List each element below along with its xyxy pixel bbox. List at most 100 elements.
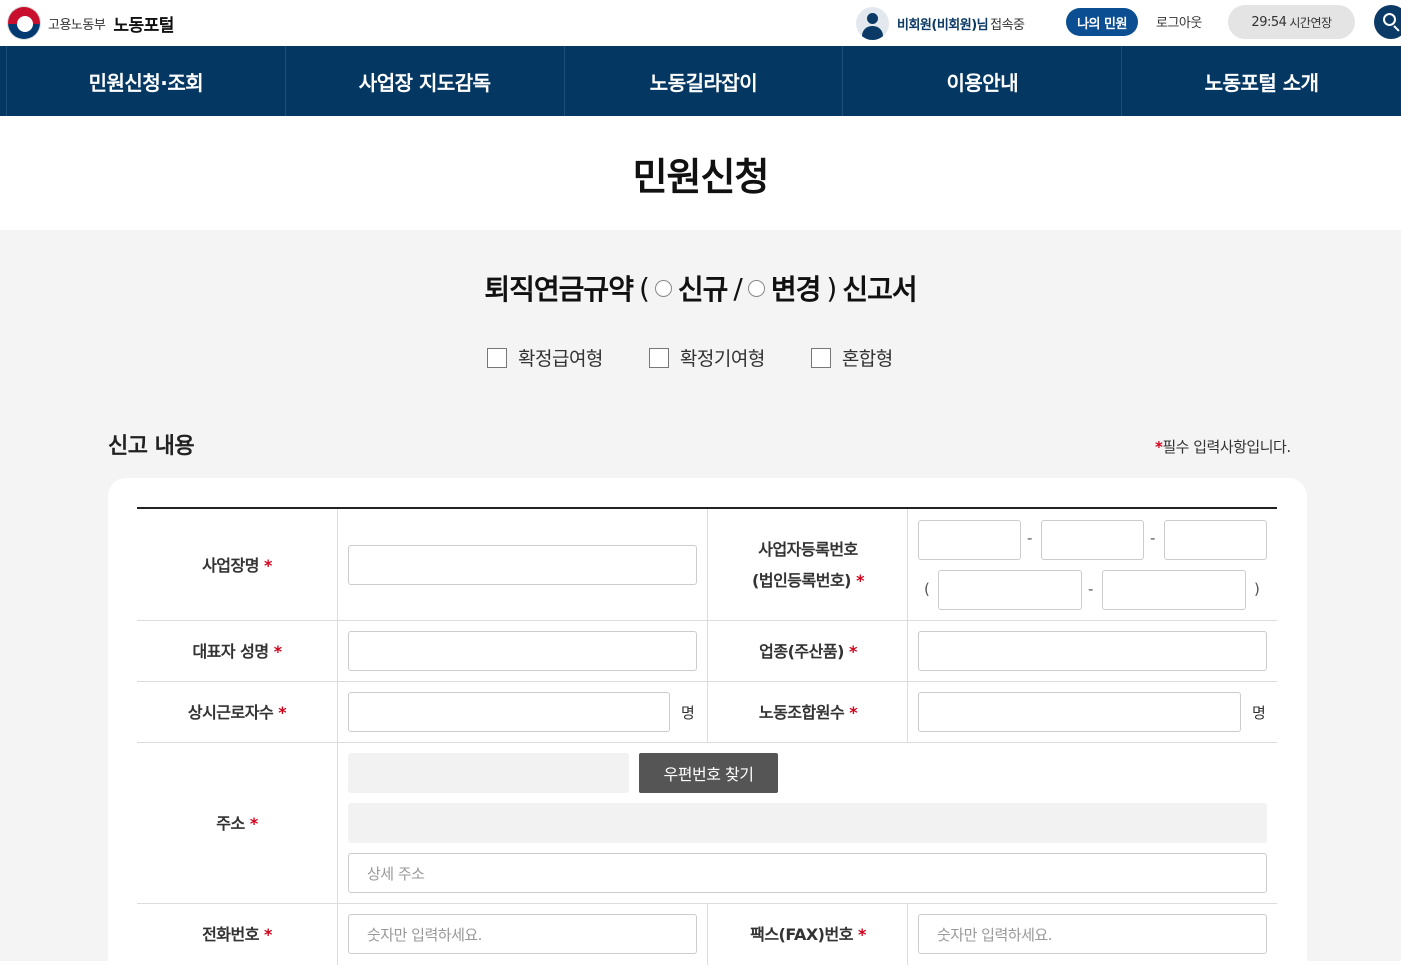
label-business-name: 사업장명 bbox=[202, 555, 259, 575]
required-star: * bbox=[249, 814, 258, 833]
ministry-name: 고용노동부 bbox=[48, 17, 106, 33]
field-label: 주소 * bbox=[137, 743, 337, 904]
union-members-input[interactable] bbox=[918, 692, 1241, 732]
type-option-label: 혼합형 bbox=[841, 348, 893, 370]
dash-separator: - bbox=[1027, 529, 1033, 547]
industry-input[interactable] bbox=[918, 631, 1267, 671]
required-star: * bbox=[848, 642, 857, 661]
portal-name: 노동포털 bbox=[113, 15, 174, 36]
field-label: 상시근로자수 * bbox=[137, 682, 337, 743]
unit-label: 명 bbox=[1252, 704, 1266, 722]
biz-reg-no-3-input[interactable] bbox=[1164, 520, 1267, 560]
my-complaints-button[interactable]: 나의 민원 bbox=[1066, 8, 1138, 36]
label-corp-reg-no: (법인등록번호) bbox=[752, 571, 851, 590]
checkbox-db[interactable] bbox=[487, 347, 507, 368]
required-star: * bbox=[278, 703, 287, 722]
avatar-icon bbox=[856, 6, 889, 40]
radio-change[interactable] bbox=[747, 279, 765, 297]
form-title-paren-open: ( bbox=[638, 271, 650, 305]
form-row: 사업장명 * 사업자등록번호 (법인등록번호) * - - ( - ) bbox=[137, 509, 1277, 621]
form-title: 퇴직연금규약 ( 신규 / 변경 ) 신고서 bbox=[0, 268, 1401, 308]
session-timer: 29:54 bbox=[1251, 14, 1287, 30]
logout-link[interactable]: 로그아웃 bbox=[1156, 12, 1202, 31]
type-option-label: 확정기여형 bbox=[679, 348, 765, 370]
field-label: 전화번호 * bbox=[137, 904, 337, 965]
form-title-paren-close: ) bbox=[826, 271, 837, 305]
top-bar: 고용노동부 노동포털 비회원(비회원)님 접속중 나의 민원 로그아웃 29:5… bbox=[0, 0, 1401, 46]
user-status: 접속중 bbox=[990, 17, 1025, 33]
required-star: * bbox=[264, 925, 272, 944]
section-title: 신고 내용 bbox=[108, 434, 195, 459]
form-row: 주소 * 우편번호 찾기 상세 주소 bbox=[137, 743, 1277, 904]
zipcode-search-button[interactable]: 우편번호 찾기 bbox=[639, 753, 778, 793]
field-label: 사업장명 * bbox=[137, 509, 337, 621]
field-label: 대표자 성명 * bbox=[137, 621, 337, 682]
field-label: 사업자등록번호 (법인등록번호) * bbox=[708, 509, 908, 621]
session-extend-label: 시간연장 bbox=[1289, 15, 1332, 30]
form-title-suffix: 신고서 bbox=[842, 273, 917, 306]
workers-input[interactable] bbox=[348, 692, 670, 732]
radio-change-label: 변경 bbox=[770, 273, 822, 306]
field-label: 팩스(FAX)번호 * bbox=[708, 904, 908, 965]
user-name: 비회원(비회원)님 bbox=[897, 17, 989, 33]
nav-item-inspection[interactable]: 사업장 지도감독 bbox=[286, 46, 565, 116]
type-option-hybrid[interactable]: 혼합형 bbox=[810, 344, 893, 371]
zipcode-input[interactable] bbox=[348, 753, 629, 793]
required-star: * bbox=[264, 555, 272, 575]
label-union-members: 노동조합원수 bbox=[758, 703, 845, 722]
biz-reg-no-2-input[interactable] bbox=[1041, 520, 1144, 560]
label-industry: 업종(주산품) bbox=[759, 642, 844, 661]
checkbox-hybrid[interactable] bbox=[810, 347, 831, 368]
paren-close: ) bbox=[1254, 580, 1260, 598]
address-input[interactable] bbox=[348, 803, 1267, 843]
label-workers: 상시근로자수 bbox=[187, 703, 274, 722]
search-button[interactable] bbox=[1374, 5, 1401, 39]
label-fax: 팩스(FAX)번호 bbox=[750, 925, 853, 944]
nav-item-usage[interactable]: 이용안내 bbox=[843, 46, 1123, 116]
address-detail-input[interactable]: 상세 주소 bbox=[348, 853, 1267, 893]
required-star: * bbox=[273, 642, 282, 661]
phone-input[interactable]: 숫자만 입력하세요. bbox=[348, 914, 697, 954]
pension-type-options: 확정급여형 확정기여형 혼합형 bbox=[487, 344, 939, 371]
site-logo[interactable]: 고용노동부 노동포털 bbox=[7, 6, 174, 40]
label-biz-reg-no: 사업자등록번호 bbox=[758, 540, 858, 559]
checkbox-dc[interactable] bbox=[648, 347, 669, 368]
type-option-db[interactable]: 확정급여형 bbox=[487, 344, 603, 371]
representative-input[interactable] bbox=[348, 631, 697, 671]
corp-reg-no-2-input[interactable] bbox=[1102, 570, 1246, 610]
label-address: 주소 bbox=[216, 814, 245, 833]
corp-reg-no-1-input[interactable] bbox=[938, 570, 1082, 610]
form-row: 상시근로자수 * 명 노동조합원수 * 명 bbox=[137, 682, 1277, 743]
form-row: 대표자 성명 * 업종(주산품) * bbox=[137, 621, 1277, 682]
unit-label: 명 bbox=[681, 704, 695, 722]
required-star: * bbox=[856, 571, 864, 590]
form-row: 전화번호 * 숫자만 입력하세요. 팩스(FAX)번호 * 숫자만 입력하세요. bbox=[137, 904, 1277, 965]
session-extend-button[interactable]: 29:54 시간연장 bbox=[1228, 5, 1355, 39]
nav-item-complaints[interactable]: 민원신청·조회 bbox=[7, 46, 286, 116]
required-star: * bbox=[849, 703, 858, 722]
form-title-main: 퇴직연금규약 bbox=[484, 273, 634, 306]
main-nav: 민원신청·조회 사업장 지도감독 노동길라잡이 이용안내 노동포털 소개 bbox=[0, 46, 1401, 116]
type-option-dc[interactable]: 확정기여형 bbox=[648, 344, 765, 371]
type-option-label: 확정급여형 bbox=[518, 348, 603, 370]
radio-new[interactable] bbox=[654, 279, 672, 297]
dash-separator: - bbox=[1150, 529, 1156, 547]
radio-new-label: 신규 bbox=[677, 273, 729, 306]
nav-item-about[interactable]: 노동포털 소개 bbox=[1122, 46, 1401, 116]
user-info: 비회원(비회원)님 접속중 bbox=[856, 6, 1025, 40]
required-note: *필수 입력사항입니다. bbox=[1155, 436, 1291, 457]
label-representative: 대표자 성명 bbox=[192, 642, 269, 661]
biz-reg-no-1-input[interactable] bbox=[918, 520, 1021, 560]
report-form-table: 사업장명 * 사업자등록번호 (법인등록번호) * - - ( - ) 대표자 … bbox=[137, 507, 1277, 965]
required-star: * bbox=[858, 925, 866, 944]
required-note-text: 필수 입력사항입니다. bbox=[1162, 438, 1291, 456]
paren-open: ( bbox=[924, 580, 930, 598]
fax-input[interactable]: 숫자만 입력하세요. bbox=[918, 914, 1267, 954]
government-emblem-icon bbox=[7, 6, 41, 40]
label-phone: 전화번호 bbox=[202, 925, 259, 944]
field-label: 노동조합원수 * bbox=[708, 682, 908, 743]
business-name-input[interactable] bbox=[348, 545, 697, 585]
nav-item-guide[interactable]: 노동길라잡이 bbox=[565, 46, 844, 116]
page-title: 민원신청 bbox=[632, 154, 770, 199]
field-label: 업종(주산품) * bbox=[708, 621, 908, 682]
